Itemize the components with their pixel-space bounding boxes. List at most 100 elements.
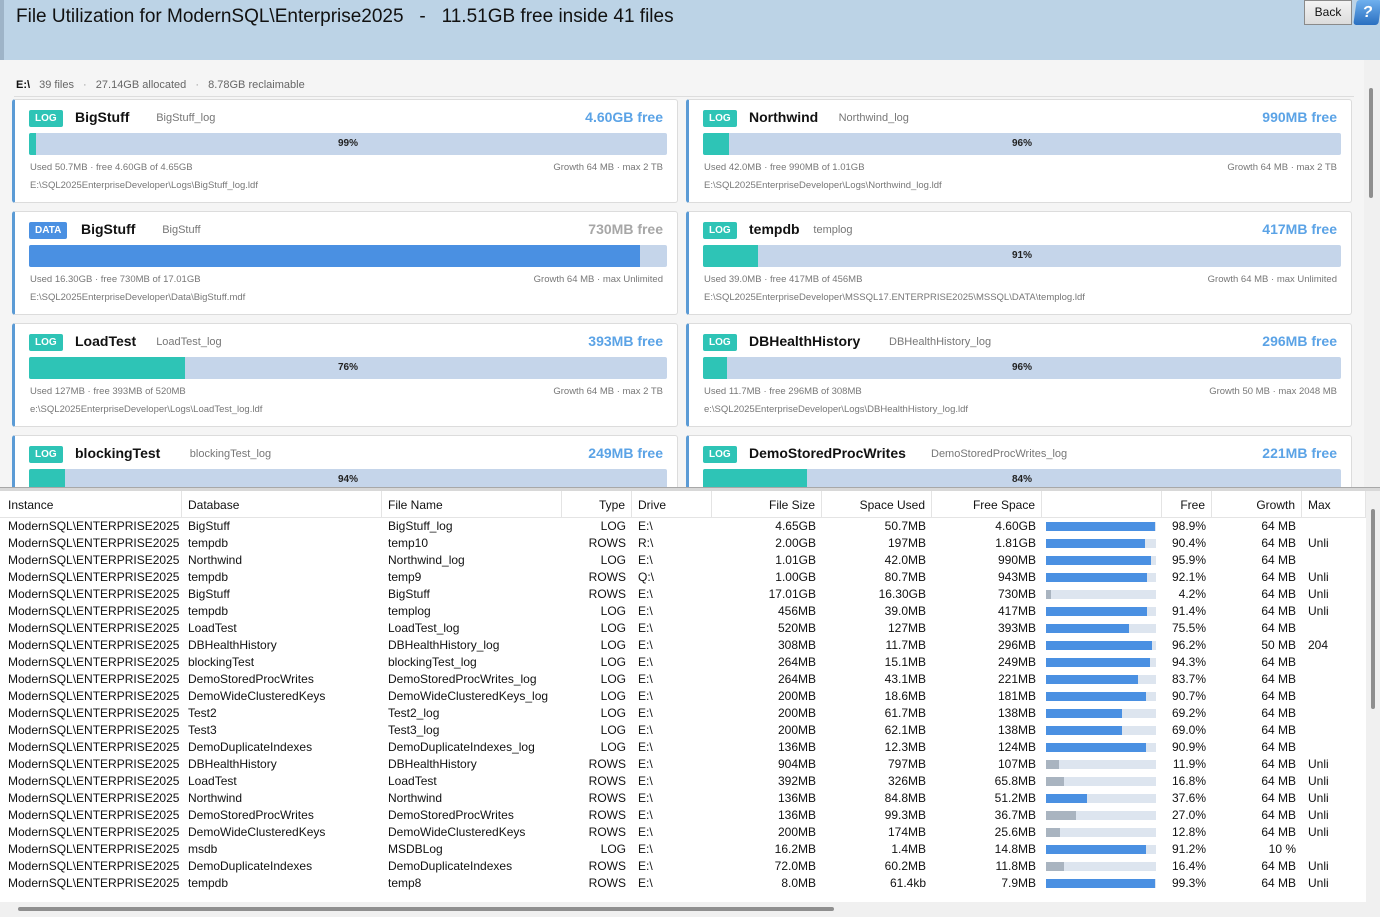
database-name: LoadTest — [75, 333, 137, 349]
free-space-bar-fill — [1046, 539, 1146, 548]
file-card[interactable]: LOG LoadTest LoadTest_log 393MB free 76% Used… — [12, 323, 678, 427]
grid-vertical-scrollbar[interactable] — [1366, 491, 1380, 917]
file-type-badge: LOG — [703, 334, 737, 351]
cell-free-percent: 91.4% — [1171, 604, 1206, 618]
cell-type: LOG — [600, 706, 626, 720]
help-icon[interactable]: ? — [1353, 0, 1380, 25]
cell-type: LOG — [600, 842, 626, 856]
cell-drive: E:\ — [638, 689, 653, 703]
back-button[interactable]: Back — [1304, 0, 1352, 25]
cell-file-size: 1.00GB — [775, 570, 816, 584]
cell-database: LoadTest — [188, 621, 237, 635]
file-card[interactable]: LOG DemoStoredProcWrites DemoStoredProcWri… — [686, 435, 1352, 487]
logical-file-name: BigStuff_log — [156, 112, 216, 124]
table-row[interactable]: ModernSQL\ENTERPRISE2025 DBHealthHistory D… — [0, 756, 1366, 773]
scrollbar-thumb[interactable] — [1369, 88, 1373, 198]
cell-drive: E:\ — [638, 876, 653, 890]
cell-space-used: 15.1MB — [884, 655, 926, 669]
cell-type: LOG — [600, 655, 626, 669]
table-row[interactable]: ModernSQL\ENTERPRISE2025 LoadTest LoadTest… — [0, 773, 1366, 790]
cell-max: Unli — [1308, 774, 1329, 788]
column-header-drive[interactable]: Drive — [632, 491, 712, 518]
table-row[interactable]: ModernSQL\ENTERPRISE2025 LoadTest LoadTest… — [0, 620, 1366, 637]
table-row[interactable]: ModernSQL\ENTERPRISE2025 BigStuff BigStuff… — [0, 586, 1366, 603]
table-row[interactable]: ModernSQL\ENTERPRISE2025 tempdb temp10 ROWS… — [0, 535, 1366, 552]
cell-file-size: 136MB — [777, 740, 816, 754]
column-header-database[interactable]: Database — [182, 491, 382, 518]
table-row[interactable]: ModernSQL\ENTERPRISE2025 DBHealthHistory D… — [0, 637, 1366, 654]
scrollbar-thumb[interactable] — [18, 907, 834, 911]
cell-growth: 64 MB — [1261, 774, 1296, 788]
column-header-instance[interactable]: Instance — [2, 491, 182, 518]
file-card[interactable]: DATA BigStuff BigStuff 730MB free Used 16.30… — [12, 211, 678, 315]
free-space-bar — [1046, 675, 1156, 684]
table-row[interactable]: ModernSQL\ENTERPRISE2025 tempdb temp9 ROWS Q… — [0, 569, 1366, 586]
table-row[interactable]: ModernSQL\ENTERPRISE2025 DemoDuplicateInd… — [0, 858, 1366, 875]
cell-max: Unli — [1308, 536, 1329, 550]
cell-database: BigStuff — [188, 587, 230, 601]
file-card[interactable]: LOG BigStuff BigStuff_log 4.60GB free 99% Use… — [12, 99, 678, 203]
table-row[interactable]: ModernSQL\ENTERPRISE2025 msdb MSDBLog LOG E:… — [0, 841, 1366, 858]
cell-instance: ModernSQL\ENTERPRISE2025 — [8, 757, 180, 771]
column-header-free-space[interactable]: Free Space — [932, 491, 1042, 518]
database-name: tempdb — [749, 221, 800, 237]
column-header-type[interactable]: Type — [562, 491, 632, 518]
table-row[interactable]: ModernSQL\ENTERPRISE2025 blockingTest bloc… — [0, 654, 1366, 671]
cell-space-used: 43.1MB — [884, 672, 926, 686]
file-card[interactable]: LOG DBHealthHistory DBHealthHistory_log 296… — [686, 323, 1352, 427]
cell-file-size: 200MB — [777, 706, 816, 720]
column-header-growth[interactable]: Growth — [1212, 491, 1302, 518]
free-space-bar — [1046, 777, 1156, 786]
table-row[interactable]: ModernSQL\ENTERPRISE2025 BigStuff BigStuff… — [0, 518, 1366, 535]
cell-file-name: Test2_log — [388, 706, 440, 720]
table-row[interactable]: ModernSQL\ENTERPRISE2025 Northwind Northwi… — [0, 790, 1366, 807]
cell-growth: 64 MB — [1261, 859, 1296, 873]
cell-file-size: 16.2MB — [774, 842, 816, 856]
column-header-max[interactable]: Max — [1302, 491, 1366, 518]
file-card[interactable]: LOG Northwind Northwind_log 990MB free 96% Us… — [686, 99, 1352, 203]
column-header-free-bar[interactable] — [1042, 491, 1162, 518]
column-header-file-size[interactable]: File Size — [712, 491, 822, 518]
growth-details: Growth 64 MB · max 2 TB — [553, 162, 663, 173]
cell-free-space: 36.7MB — [994, 808, 1036, 822]
file-card[interactable]: LOG tempdb templog 417MB free 91% Used 39.0MB… — [686, 211, 1352, 315]
table-row[interactable]: ModernSQL\ENTERPRISE2025 DemoStoredProcWr… — [0, 807, 1366, 824]
file-type-badge: LOG — [29, 446, 63, 463]
cell-max — [1302, 620, 1366, 637]
table-row[interactable]: ModernSQL\ENTERPRISE2025 tempdb templog LOG… — [0, 603, 1366, 620]
cell-max — [1302, 688, 1366, 705]
cell-free-space: 51.2MB — [994, 791, 1036, 805]
cell-growth: 64 MB — [1261, 655, 1296, 669]
table-row[interactable]: ModernSQL\ENTERPRISE2025 DemoWideClustere… — [0, 688, 1366, 705]
table-row[interactable]: ModernSQL\ENTERPRISE2025 DemoDuplicateInd… — [0, 739, 1366, 756]
column-header-file-name[interactable]: File Name — [382, 491, 562, 518]
cell-free-percent: 16.8% — [1171, 774, 1206, 788]
grid-horizontal-scrollbar[interactable] — [0, 902, 1366, 917]
cell-type: LOG — [600, 638, 626, 652]
cell-space-used: 326MB — [887, 774, 926, 788]
table-row[interactable]: ModernSQL\ENTERPRISE2025 Test2 Test2_log LO… — [0, 705, 1366, 722]
cell-file-size: 520MB — [777, 621, 816, 635]
cards-scrollbar[interactable] — [1364, 60, 1380, 487]
scrollbar-thumb[interactable] — [1371, 509, 1375, 709]
free-space-label: 730MB free — [588, 221, 663, 237]
drive-summary: E:\ 39 files · 27.14GB allocated · 8.78G… — [16, 79, 305, 91]
cell-drive: E:\ — [638, 842, 653, 856]
cell-database: BigStuff — [188, 519, 230, 533]
column-header-free-percent[interactable]: Free — [1162, 491, 1212, 518]
cell-space-used: 197MB — [887, 536, 926, 550]
table-row[interactable]: ModernSQL\ENTERPRISE2025 DemoWideClustere… — [0, 824, 1366, 841]
cell-free-percent: 95.9% — [1171, 553, 1206, 567]
cell-file-name: BigStuff_log — [388, 519, 453, 533]
table-row[interactable]: ModernSQL\ENTERPRISE2025 DemoStoredProcWr… — [0, 671, 1366, 688]
cell-database: tempdb — [188, 536, 229, 550]
file-card[interactable]: LOG blockingTest blockingTest_log 249MB fre… — [12, 435, 678, 487]
usage-bar: 94% — [29, 469, 667, 487]
column-header-space-used[interactable]: Space Used — [822, 491, 932, 518]
table-row[interactable]: ModernSQL\ENTERPRISE2025 Northwind Northwi… — [0, 552, 1366, 569]
table-row[interactable]: ModernSQL\ENTERPRISE2025 tempdb temp8 ROWS E… — [0, 875, 1366, 892]
cell-free-space: 296MB — [997, 638, 1036, 652]
cell-space-used: 797MB — [887, 757, 926, 771]
cell-file-size: 72.0MB — [774, 859, 816, 873]
table-row[interactable]: ModernSQL\ENTERPRISE2025 Test3 Test3_log LO… — [0, 722, 1366, 739]
